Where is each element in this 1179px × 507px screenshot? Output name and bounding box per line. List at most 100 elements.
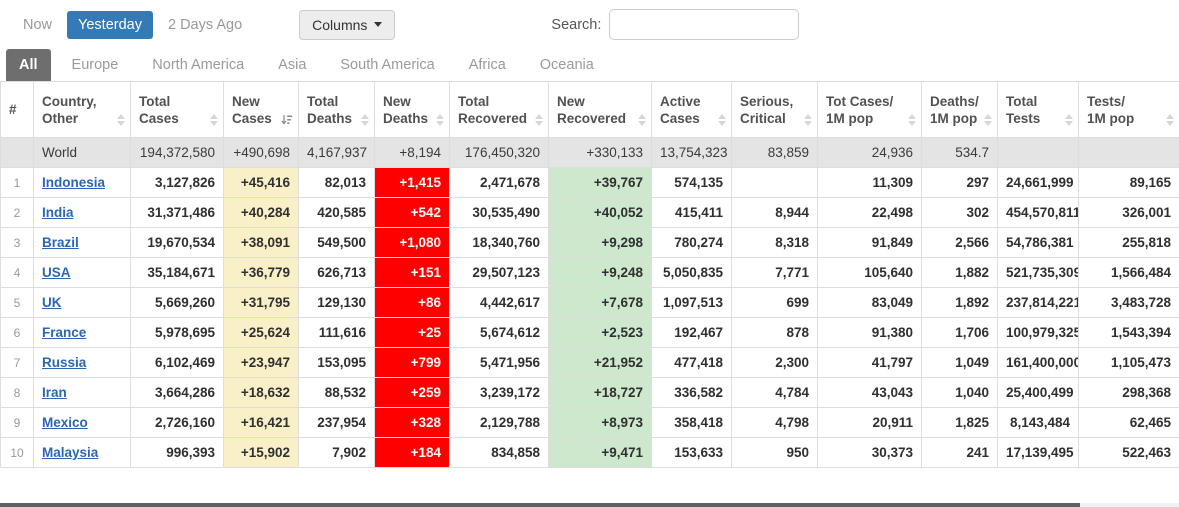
scrollbar-thumb[interactable] <box>0 503 1080 507</box>
header-row: #Country,OtherTotalCasesNewCasesTotalDea… <box>1 82 1179 138</box>
column-header-label: 1M pop <box>1087 111 1134 126</box>
column-header-country[interactable]: Country,Other <box>34 82 131 138</box>
cell-total_deaths: 626,713 <box>299 258 375 288</box>
cell-cases_per_1m: 41,797 <box>818 348 922 378</box>
region-tab-all[interactable]: All <box>6 49 51 81</box>
sort-icon <box>804 114 812 126</box>
column-header-label: Recovered <box>557 111 626 126</box>
column-header-total_tests[interactable]: TotalTests <box>998 82 1079 138</box>
cell-tests_per_1m: 522,463 <box>1079 438 1179 468</box>
cell-country: Russia <box>34 348 131 378</box>
region-tab-oceania[interactable]: Oceania <box>527 49 607 81</box>
country-link[interactable]: France <box>42 325 86 340</box>
country-link[interactable]: Russia <box>42 355 86 370</box>
column-header-label: Tests/ <box>1087 94 1125 109</box>
column-header-new_deaths[interactable]: NewDeaths <box>375 82 450 138</box>
cell-total_recovered: 30,535,490 <box>450 198 549 228</box>
cell-country: USA <box>34 258 131 288</box>
cell-total_tests: 161,400,000 <box>998 348 1079 378</box>
column-header-new_recovered[interactable]: New Recovered <box>549 82 652 138</box>
cell-rank: 4 <box>1 258 34 288</box>
cell-active_cases: 5,050,835 <box>652 258 732 288</box>
country-link[interactable]: USA <box>42 265 71 280</box>
sort-icon <box>436 114 444 126</box>
sort-icon <box>210 114 218 126</box>
cell-total_cases: 3,664,286 <box>131 378 224 408</box>
region-tab-europe[interactable]: Europe <box>59 49 132 81</box>
cell-new_deaths: +1,080 <box>375 228 450 258</box>
cell-new_recovered: +8,973 <box>549 408 652 438</box>
cell-cases_per_1m: 91,380 <box>818 318 922 348</box>
country-link[interactable]: Mexico <box>42 415 88 430</box>
cell-country: France <box>34 318 131 348</box>
cell-active_cases: 477,418 <box>652 348 732 378</box>
country-link[interactable]: India <box>42 205 74 220</box>
cell-serious_critical: 2,300 <box>732 348 818 378</box>
table-row: 5UK5,669,260+31,795129,130+864,442,617+7… <box>1 288 1179 318</box>
column-header-cases_per_1m[interactable]: Tot Cases/1M pop <box>818 82 922 138</box>
sort-icon <box>361 114 369 126</box>
cell-country: Indonesia <box>34 168 131 198</box>
column-header-deaths_per_1m[interactable]: Deaths/1M pop <box>922 82 998 138</box>
column-header-label: Total <box>458 94 489 109</box>
cell-cases_per_1m: 22,498 <box>818 198 922 228</box>
columns-button[interactable]: Columns <box>299 10 395 40</box>
cell-cases_per_1m: 91,849 <box>818 228 922 258</box>
table-row: 6France5,978,695+25,624111,616+255,674,6… <box>1 318 1179 348</box>
cell-deaths_per_1m: 1,706 <box>922 318 998 348</box>
column-header-serious_critical[interactable]: Serious,Critical <box>732 82 818 138</box>
cell-new_cases: +45,416 <box>224 168 299 198</box>
cell-rank: 1 <box>1 168 34 198</box>
column-header-label: New <box>557 94 585 109</box>
table-row: 2India31,371,486+40,284420,585+54230,535… <box>1 198 1179 228</box>
cell-active_cases: 336,582 <box>652 378 732 408</box>
country-link[interactable]: Brazil <box>42 235 79 250</box>
table-row: 4USA35,184,671+36,779626,713+15129,507,1… <box>1 258 1179 288</box>
column-header-label: 1M pop <box>930 111 977 126</box>
horizontal-scrollbar[interactable] <box>0 503 1179 507</box>
cell-total_deaths: 88,532 <box>299 378 375 408</box>
time-tab-yesterday[interactable]: Yesterday <box>67 11 153 39</box>
cell-serious_critical: 8,318 <box>732 228 818 258</box>
sort-icon <box>908 114 916 126</box>
cell-total_cases: 996,393 <box>131 438 224 468</box>
cell-tests_per_1m: 1,543,394 <box>1079 318 1179 348</box>
cell-new_cases: +23,947 <box>224 348 299 378</box>
region-tab-asia[interactable]: Asia <box>265 49 319 81</box>
column-header-label: Cases <box>139 111 179 126</box>
column-header-new_cases[interactable]: NewCases <box>224 82 299 138</box>
country-link[interactable]: Indonesia <box>42 175 105 190</box>
cell-total_cases: 19,670,534 <box>131 228 224 258</box>
cell-deaths_per_1m: 1,049 <box>922 348 998 378</box>
cell-total_tests: 17,139,495 <box>998 438 1079 468</box>
search-input[interactable] <box>609 9 799 40</box>
column-header-total_recovered[interactable]: TotalRecovered <box>450 82 549 138</box>
cell-cases_per_1m: 24,936 <box>818 138 922 168</box>
country-link[interactable]: Iran <box>42 385 67 400</box>
column-header-label: Tests <box>1006 111 1040 126</box>
cell-tests_per_1m <box>1079 138 1179 168</box>
region-tab-africa[interactable]: Africa <box>456 49 519 81</box>
country-link[interactable]: UK <box>42 295 62 310</box>
cell-new_cases: +16,421 <box>224 408 299 438</box>
column-header-label: New <box>383 94 411 109</box>
cell-total_tests: 100,979,325 <box>998 318 1079 348</box>
region-tab-south-america[interactable]: South America <box>327 49 447 81</box>
column-header-tests_per_1m[interactable]: Tests/1M pop <box>1079 82 1179 138</box>
column-header-active_cases[interactable]: ActiveCases <box>652 82 732 138</box>
column-header-total_deaths[interactable]: TotalDeaths <box>299 82 375 138</box>
time-tab-now[interactable]: Now <box>12 11 63 39</box>
country-link[interactable]: Malaysia <box>42 445 98 460</box>
cell-total_recovered: 5,674,612 <box>450 318 549 348</box>
cell-serious_critical: 83,859 <box>732 138 818 168</box>
column-header-total_cases[interactable]: TotalCases <box>131 82 224 138</box>
column-header-label: Other <box>42 111 78 126</box>
cell-new_deaths: +151 <box>375 258 450 288</box>
time-tab-2-days-ago[interactable]: 2 Days Ago <box>157 11 253 39</box>
region-tab-north-america[interactable]: North America <box>139 49 257 81</box>
cell-total_cases: 2,726,160 <box>131 408 224 438</box>
cell-new_recovered: +18,727 <box>549 378 652 408</box>
cell-serious_critical: 950 <box>732 438 818 468</box>
cell-tests_per_1m: 298,368 <box>1079 378 1179 408</box>
column-header-label: Total <box>307 94 338 109</box>
